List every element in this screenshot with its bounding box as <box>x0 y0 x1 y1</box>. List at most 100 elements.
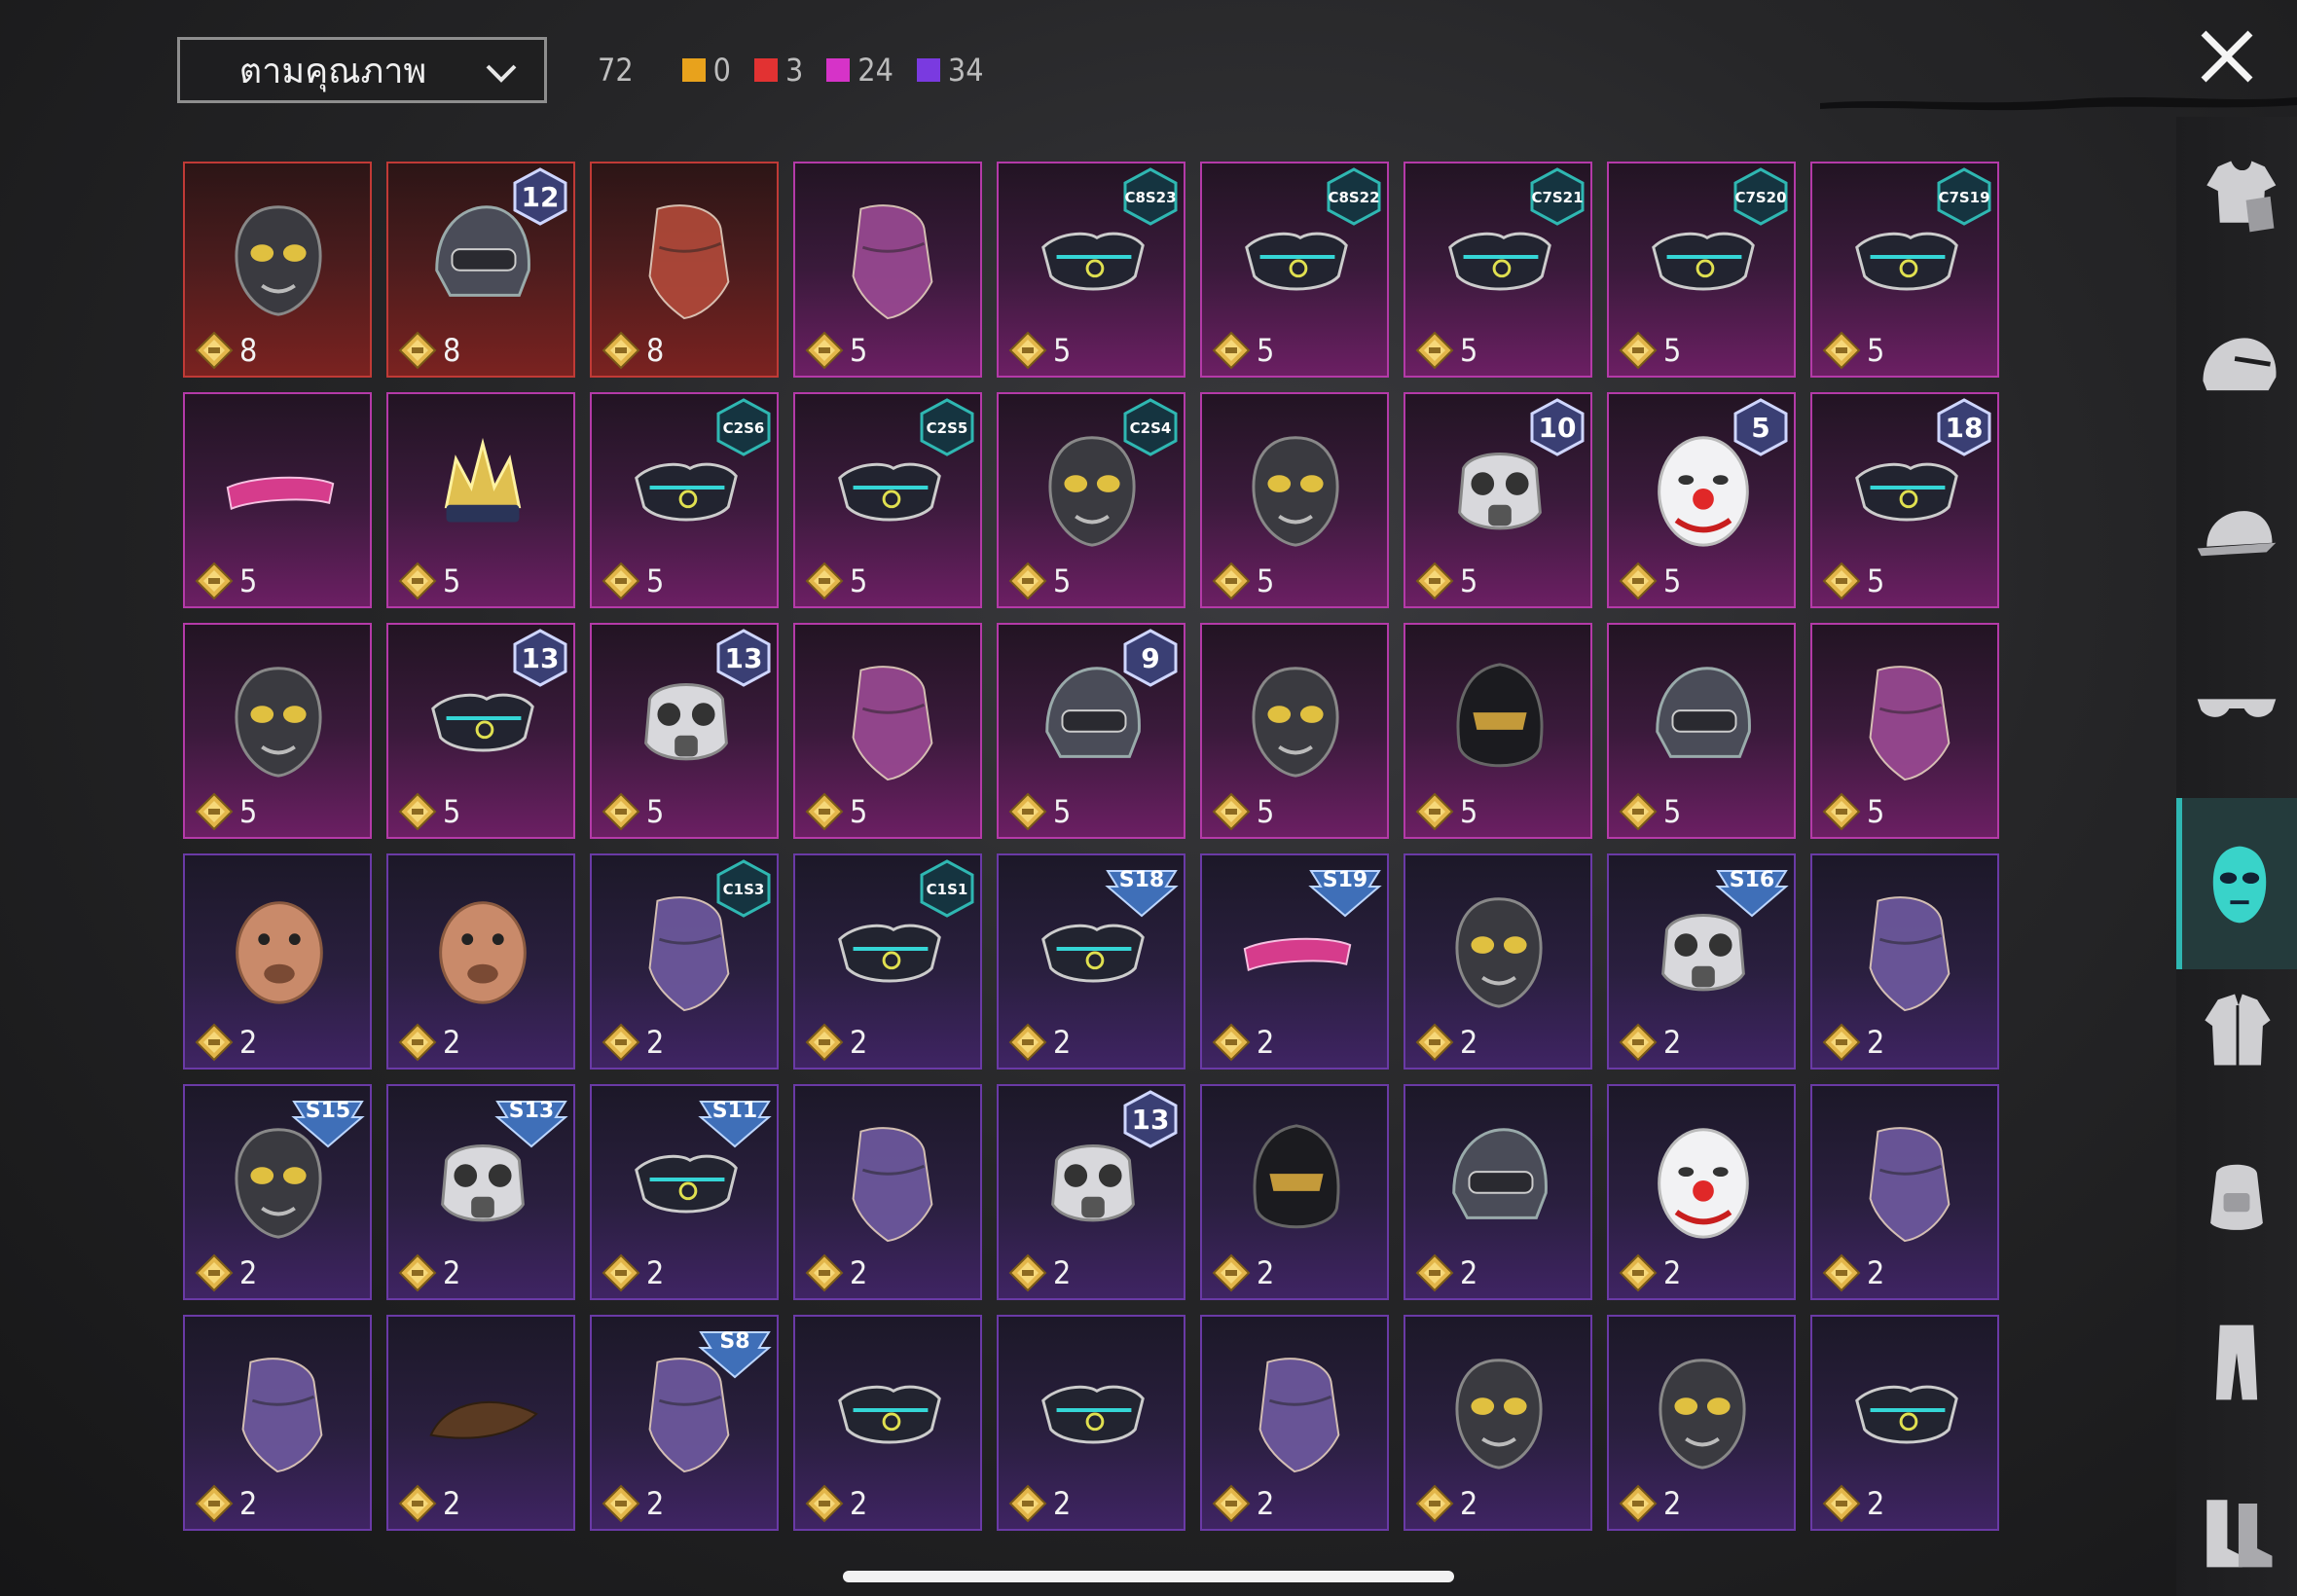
item-tile[interactable]: 2 <box>386 853 575 1070</box>
item-tile[interactable]: 5 <box>1810 623 1999 839</box>
sidebar-item-hat[interactable] <box>2176 479 2297 596</box>
sidebar-item-outfit[interactable] <box>2176 136 2297 253</box>
item-cost-value: 2 <box>1663 1024 1682 1061</box>
item-tile[interactable]: 8 <box>590 162 779 378</box>
coin-icon <box>1415 1253 1454 1292</box>
item-cost: 5 <box>602 792 664 831</box>
rarity-count-red: 3 <box>753 52 803 89</box>
animal-item-icon <box>439 901 527 1004</box>
sidebar-item-jacket[interactable] <box>2176 971 2297 1088</box>
item-tile[interactable]: C7S20 5 <box>1607 162 1796 378</box>
item-tile[interactable]: 5 <box>1404 623 1592 839</box>
sidebar-item-glasses[interactable] <box>2176 650 2297 767</box>
rarity-count-purple: 34 <box>916 52 984 89</box>
item-tile[interactable]: S15 2 <box>183 1084 372 1300</box>
item-tile[interactable]: 13 5 <box>590 623 779 839</box>
item-cost: 2 <box>195 1023 257 1062</box>
sidebar-item-mask[interactable] <box>2176 798 2297 969</box>
coin-icon <box>1212 331 1251 370</box>
category-sidebar <box>2176 117 2297 1596</box>
item-tile[interactable]: 5 <box>386 392 575 608</box>
rarity-count-value: 0 <box>712 52 731 89</box>
item-tile[interactable]: 5 <box>793 162 982 378</box>
item-tile[interactable]: 10 5 <box>1404 392 1592 608</box>
hair-item-icon <box>429 1401 538 1439</box>
item-cost: 5 <box>1822 562 1884 600</box>
sidebar-item-helmet[interactable] <box>2176 311 2297 428</box>
item-tile[interactable]: C7S21 5 <box>1404 162 1592 378</box>
item-tile[interactable]: S13 2 <box>386 1084 575 1300</box>
item-tile[interactable]: C2S6 5 <box>590 392 779 608</box>
item-tile[interactable]: 2 <box>997 1315 1185 1531</box>
item-tile[interactable]: C7S19 5 <box>1810 162 1999 378</box>
item-tile[interactable]: C1S1 2 <box>793 853 982 1070</box>
item-tile[interactable]: 5 <box>1200 623 1389 839</box>
mask-icon <box>2212 846 2267 924</box>
item-tile[interactable]: C8S23 5 <box>997 162 1185 378</box>
item-tile[interactable]: 2 <box>793 1084 982 1300</box>
item-cost-value: 5 <box>1460 332 1478 369</box>
rarity-swatch-pink <box>826 58 851 82</box>
season-code-badge: C8S23 <box>1123 167 1178 226</box>
item-tile[interactable]: 2 <box>1810 1084 1999 1300</box>
item-cost: 2 <box>195 1484 257 1523</box>
item-tile[interactable]: S18 2 <box>997 853 1185 1070</box>
item-tile[interactable]: S11 2 <box>590 1084 779 1300</box>
sidebar-item-shoes[interactable] <box>2176 1469 2297 1586</box>
item-tile[interactable]: 2 <box>1404 1084 1592 1300</box>
season-badge: S15 <box>291 1099 365 1148</box>
item-cost-value: 2 <box>1053 1254 1072 1291</box>
sidebar-item-pants[interactable] <box>2176 1304 2297 1421</box>
item-tile[interactable]: 2 <box>1607 1084 1796 1300</box>
crown-item-icon <box>444 437 522 523</box>
item-tile[interactable]: 2 <box>1200 1315 1389 1531</box>
item-tile[interactable]: 2 <box>1404 853 1592 1070</box>
item-cost: 2 <box>1212 1484 1274 1523</box>
item-cost: 2 <box>805 1023 867 1062</box>
sort-dropdown[interactable]: ตามคุณภาพ <box>177 37 547 103</box>
item-tile[interactable]: 2 <box>1607 1315 1796 1531</box>
item-tile[interactable]: 5 <box>793 623 982 839</box>
item-tile[interactable]: 18 5 <box>1810 392 1999 608</box>
item-tile[interactable]: S8 2 <box>590 1315 779 1531</box>
item-tile[interactable]: 2 <box>183 1315 372 1531</box>
item-tile[interactable]: 2 <box>386 1315 575 1531</box>
chevron-down-icon <box>486 64 517 83</box>
item-tile[interactable]: 2 <box>793 1315 982 1531</box>
item-counts: 72 0 3 24 34 <box>598 49 1007 91</box>
item-tile[interactable]: 13 5 <box>386 623 575 839</box>
level-badge: 13 <box>513 629 567 687</box>
item-tile[interactable]: S16 2 <box>1607 853 1796 1070</box>
item-tile[interactable]: 5 <box>183 623 372 839</box>
item-tile[interactable]: 2 <box>1810 1315 1999 1531</box>
item-tile[interactable]: 12 8 <box>386 162 575 378</box>
item-tile[interactable]: 5 <box>1200 392 1389 608</box>
item-tile[interactable]: 2 <box>183 853 372 1070</box>
item-tile[interactable]: 5 <box>183 392 372 608</box>
item-tile[interactable]: 5 <box>1607 623 1796 839</box>
coin-icon <box>1212 792 1251 831</box>
home-indicator[interactable] <box>843 1571 1454 1582</box>
item-cost-value: 8 <box>646 332 665 369</box>
coin-icon <box>1619 792 1658 831</box>
item-tile[interactable]: 5 5 <box>1607 392 1796 608</box>
visor-item-icon <box>226 476 335 511</box>
item-cost: 8 <box>602 331 664 370</box>
item-tile[interactable]: 13 2 <box>997 1084 1185 1300</box>
item-tile[interactable]: 8 <box>183 162 372 378</box>
sidebar-item-backpack[interactable] <box>2176 1135 2297 1251</box>
item-tile[interactable]: 2 <box>1810 853 1999 1070</box>
item-tile[interactable]: C2S5 5 <box>793 392 982 608</box>
item-tile[interactable]: 2 <box>1404 1315 1592 1531</box>
item-tile[interactable]: S19 2 <box>1200 853 1389 1070</box>
item-tile[interactable]: C8S22 5 <box>1200 162 1389 378</box>
hood-item-icon <box>1456 663 1544 768</box>
close-icon[interactable] <box>2196 25 2258 88</box>
item-cost-value: 2 <box>1460 1254 1478 1291</box>
level-badge: 18 <box>1937 398 1991 456</box>
item-tile[interactable]: C1S3 2 <box>590 853 779 1070</box>
item-tile[interactable]: 9 5 <box>997 623 1185 839</box>
coin-icon <box>602 792 640 831</box>
item-tile[interactable]: C2S4 5 <box>997 392 1185 608</box>
item-tile[interactable]: 2 <box>1200 1084 1389 1300</box>
